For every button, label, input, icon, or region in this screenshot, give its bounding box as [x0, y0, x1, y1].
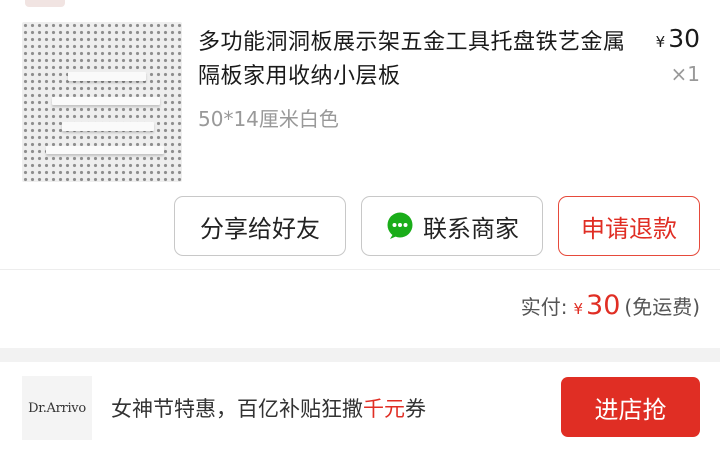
product-spec: 50*14厘米白色: [198, 107, 339, 131]
product-image[interactable]: [22, 22, 182, 182]
price-amount: 30: [668, 24, 700, 53]
promo-highlight: 千元: [363, 397, 405, 421]
payment-summary: 实付: ¥ 30 (免运费): [521, 290, 700, 321]
shelf-graphic: [46, 146, 164, 154]
contact-merchant-button[interactable]: 联系商家: [361, 196, 543, 256]
paid-amount: 30: [586, 290, 621, 321]
shelf-graphic: [62, 122, 154, 131]
contact-button-label: 联系商家: [423, 214, 519, 243]
product-title[interactable]: 多功能洞洞板展示架五金工具托盘铁艺金属隔板家用收纳小层板: [198, 26, 628, 94]
shelf-graphic: [52, 97, 160, 105]
item-price: ¥30: [656, 24, 700, 53]
enter-shop-label: 进店抢: [594, 395, 667, 424]
promo-text-main: 女神节特惠，百亿补贴狂撒: [111, 397, 363, 421]
promo-banner-text: 女神节特惠，百亿补贴狂撒千元券: [111, 393, 426, 423]
section-separator: [0, 348, 720, 362]
refund-button-label: 申请退款: [581, 214, 677, 243]
wechat-chat-icon: [385, 211, 415, 241]
top-stub-decoration: [25, 0, 65, 7]
brand-logo[interactable]: Dr.Arrivo: [22, 376, 92, 440]
promo-text-suffix: 券: [405, 397, 426, 421]
refund-button[interactable]: 申请退款: [558, 196, 700, 256]
paid-label: 实付:: [520, 295, 568, 319]
shelf-graphic: [68, 72, 146, 81]
currency-symbol: ¥: [655, 33, 666, 51]
brand-name: Dr.Arrivo: [28, 400, 86, 416]
shipping-note: (免运费): [624, 295, 700, 319]
divider: [0, 269, 720, 270]
share-button-label: 分享给好友: [200, 214, 320, 243]
paid-currency-symbol: ¥: [573, 300, 584, 318]
share-button[interactable]: 分享给好友: [174, 196, 346, 256]
enter-shop-button[interactable]: 进店抢: [561, 377, 700, 437]
item-quantity: ×1: [670, 62, 700, 86]
